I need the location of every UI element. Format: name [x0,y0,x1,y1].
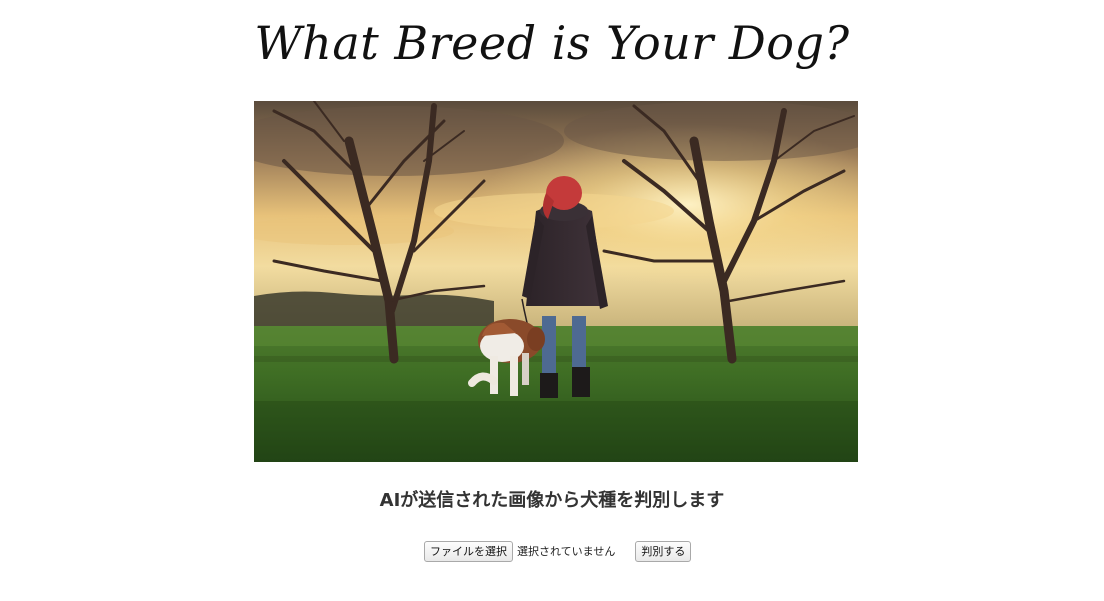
page-subtitle: AIが送信された画像から犬種を判別します [379,490,725,511]
submit-button[interactable]: 判別する [635,540,692,562]
choose-file-button[interactable]: ファイルを選択 [424,540,513,562]
file-status-text: 選択されていません [517,545,616,558]
upload-form: ファイルを選択 選択されていません 判別する [424,540,692,562]
page: What Breed is Your Dog? AIが送信された画像から犬種を判… [0,0,1104,601]
hero-photo [254,101,858,462]
hero-photo-illustration [254,101,858,462]
page-title: What Breed is Your Dog? [254,16,850,70]
